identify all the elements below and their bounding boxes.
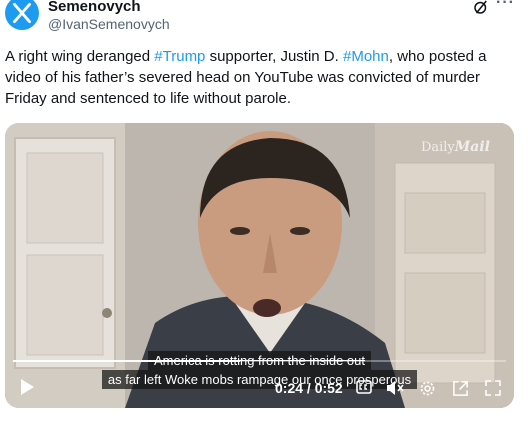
- tweet-text-part: supporter, Justin D.: [205, 48, 343, 65]
- author-handle[interactable]: @IvanSemenovych: [48, 16, 170, 32]
- gear-icon[interactable]: [419, 380, 436, 397]
- video-player[interactable]: DailyMail America is rotting from the in…: [5, 123, 514, 408]
- time-display: 0:24 / 0:52: [275, 380, 343, 396]
- mute-icon[interactable]: [386, 380, 404, 396]
- progress-bar[interactable]: [13, 360, 506, 362]
- more-icon[interactable]: ···: [496, 0, 515, 12]
- hashtag-trump[interactable]: #Trump: [154, 48, 205, 65]
- tweet-text-part: A right wing deranged: [5, 48, 155, 65]
- watermark-bold: Mail: [454, 139, 490, 155]
- video-controls: 0:24 / 0:52: [5, 368, 514, 408]
- captions-icon[interactable]: [356, 380, 372, 394]
- avatar[interactable]: [5, 0, 39, 30]
- hashtag-mohn[interactable]: #Mohn: [343, 48, 389, 65]
- dailymail-watermark: DailyMail: [421, 139, 490, 155]
- tweet-text: A right wing deranged #Trump supporter, …: [5, 46, 525, 109]
- grok-icon[interactable]: [472, 0, 490, 16]
- fullscreen-icon[interactable]: [485, 380, 501, 396]
- popout-icon[interactable]: [452, 380, 469, 397]
- watermark-regular: Daily: [420, 140, 455, 155]
- progress-fill: [13, 360, 240, 362]
- play-icon[interactable]: [19, 378, 35, 396]
- author-name[interactable]: Semenovych: [48, 0, 141, 15]
- x-logo-icon: [13, 2, 31, 24]
